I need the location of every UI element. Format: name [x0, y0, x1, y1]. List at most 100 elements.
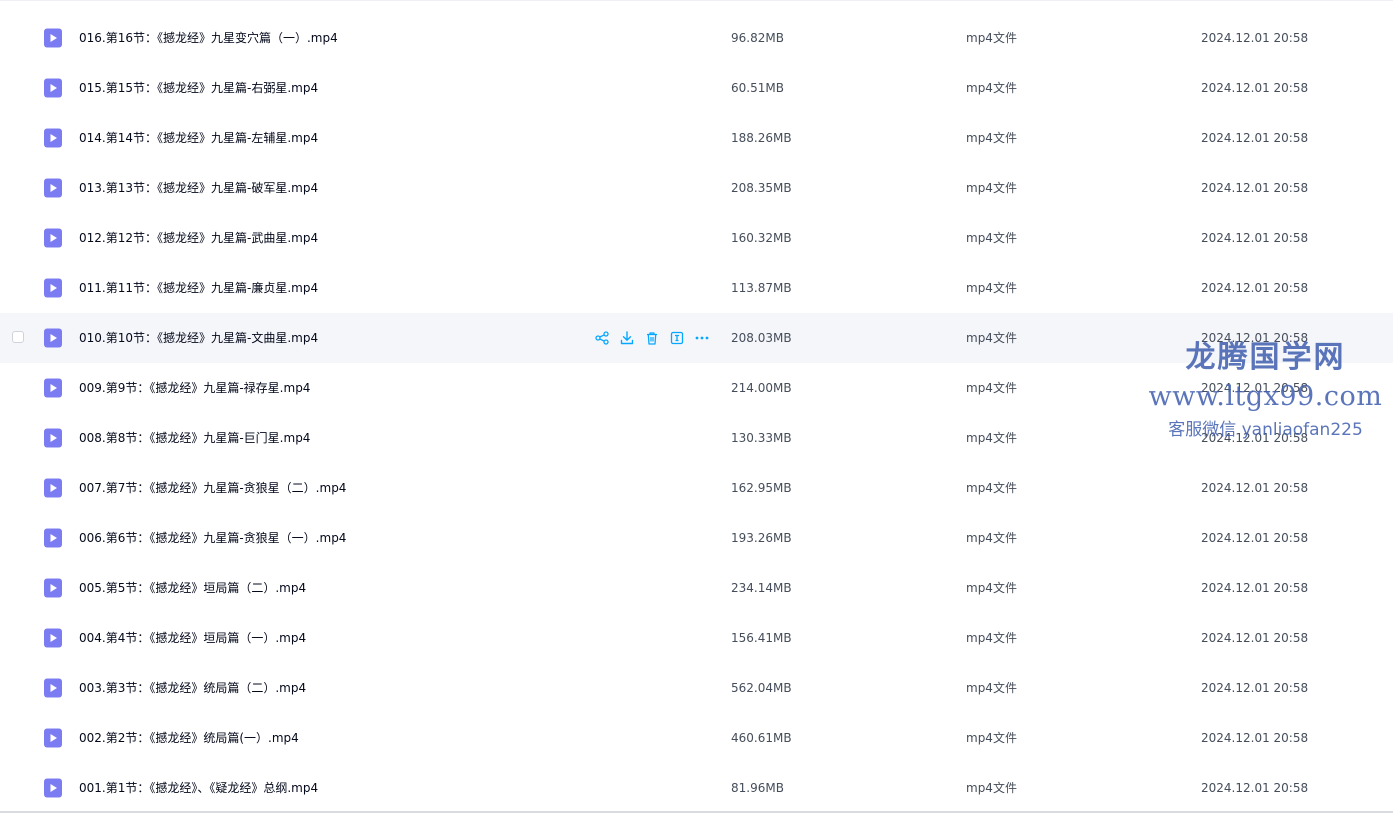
- file-modified-date: 2024.12.01 20:58: [1201, 781, 1309, 795]
- file-modified-date: 2024.12.01 20:58: [1201, 581, 1309, 595]
- file-row[interactable]: 002.第2节：《撼龙经》统局篇(一）.mp4 460.61MB mp4文件 2024…: [0, 713, 1393, 763]
- video-file-icon: [43, 578, 63, 598]
- video-file-icon: [43, 328, 63, 348]
- file-name[interactable]: 013.第13节：《撼龙经》九星篇-破军星.mp4: [79, 179, 318, 197]
- file-modified-date: 2024.12.01 20:58: [1201, 531, 1309, 545]
- file-name[interactable]: 007.第7节：《撼龙经》九星篇-贪狼星（二）.mp4: [79, 479, 346, 497]
- file-modified-date: 2024.12.01 20:58: [1201, 681, 1309, 695]
- video-file-icon: [43, 778, 63, 798]
- video-file-icon: [43, 28, 63, 48]
- file-name[interactable]: 014.第14节：《撼龙经》九星篇-左辅星.mp4: [79, 129, 318, 147]
- file-type: mp4文件: [966, 381, 1017, 395]
- file-size: 81.96MB: [731, 781, 784, 795]
- file-size: 214.00MB: [731, 381, 792, 395]
- share-icon[interactable]: [594, 330, 610, 346]
- file-modified-date: 2024.12.01 20:58: [1201, 231, 1309, 245]
- file-type: mp4文件: [966, 731, 1017, 745]
- file-modified-date: 2024.12.01 20:58: [1201, 631, 1309, 645]
- file-size: 96.82MB: [731, 31, 784, 45]
- video-file-icon: [43, 428, 63, 448]
- file-row[interactable]: 003.第3节：《撼龙经》统局篇（二）.mp4 562.04MB mp4文件 2024…: [0, 663, 1393, 713]
- file-type: mp4文件: [966, 781, 1017, 795]
- file-row[interactable]: 013.第13节：《撼龙经》九星篇-破军星.mp4 208.35MB mp4文件 20…: [0, 163, 1393, 213]
- video-file-icon: [43, 728, 63, 748]
- file-modified-date: 2024.12.01 20:58: [1201, 81, 1309, 95]
- file-type: mp4文件: [966, 681, 1017, 695]
- file-type: mp4文件: [966, 481, 1017, 495]
- file-name[interactable]: 002.第2节：《撼龙经》统局篇(一）.mp4: [79, 729, 299, 747]
- file-type: mp4文件: [966, 131, 1017, 145]
- video-file-icon: [43, 678, 63, 698]
- file-size: 160.32MB: [731, 231, 792, 245]
- rename-icon[interactable]: [669, 330, 685, 346]
- file-row[interactable]: 010.第10节：《撼龙经》九星篇-文曲星.mp4 208.03MB mp4文件 20…: [0, 313, 1393, 363]
- file-type: mp4文件: [966, 581, 1017, 595]
- file-name[interactable]: 003.第3节：《撼龙经》统局篇（二）.mp4: [79, 679, 306, 697]
- file-type: mp4文件: [966, 181, 1017, 195]
- video-file-icon: [43, 228, 63, 248]
- file-modified-date: 2024.12.01 20:58: [1201, 731, 1309, 745]
- file-size: 460.61MB: [731, 731, 792, 745]
- file-name[interactable]: 009.第9节：《撼龙经》九星篇-禄存星.mp4: [79, 379, 310, 397]
- file-name[interactable]: 008.第8节：《撼龙经》九星篇-巨门星.mp4: [79, 429, 310, 447]
- file-name[interactable]: 016.第16节：《撼龙经》九星变穴篇（一）.mp4: [79, 29, 338, 47]
- video-file-icon: [43, 528, 63, 548]
- file-name[interactable]: 006.第6节：《撼龙经》九星篇-贪狼星（一）.mp4: [79, 529, 346, 547]
- file-name[interactable]: 010.第10节：《撼龙经》九星篇-文曲星.mp4: [79, 329, 318, 347]
- file-row[interactable]: 004.第4节：《撼龙经》垣局篇（一）.mp4 156.41MB mp4文件 2024…: [0, 613, 1393, 663]
- file-size: 234.14MB: [731, 581, 792, 595]
- file-size: 60.51MB: [731, 81, 784, 95]
- file-type: mp4文件: [966, 81, 1017, 95]
- video-file-icon: [43, 178, 63, 198]
- file-size: 162.95MB: [731, 481, 792, 495]
- file-size: 562.04MB: [731, 681, 792, 695]
- file-type: mp4文件: [966, 531, 1017, 545]
- file-size: 113.87MB: [731, 281, 792, 295]
- video-file-icon: [43, 628, 63, 648]
- file-row[interactable]: 005.第5节：《撼龙经》垣局篇（二）.mp4 234.14MB mp4文件 2024…: [0, 563, 1393, 613]
- file-row[interactable]: 009.第9节：《撼龙经》九星篇-禄存星.mp4 214.00MB mp4文件 202…: [0, 363, 1393, 413]
- file-modified-date: 2024.12.01 20:58: [1201, 281, 1309, 295]
- video-file-icon: [43, 278, 63, 298]
- file-row[interactable]: 001.第1节：《撼龙经》、《疑龙经》总纲.mp4 81.96MB mp4文件 202…: [0, 763, 1393, 813]
- file-size: 188.26MB: [731, 131, 792, 145]
- file-name[interactable]: 015.第15节：《撼龙经》九星篇-右弼星.mp4: [79, 79, 318, 97]
- video-file-icon: [43, 128, 63, 148]
- row-checkbox[interactable]: [12, 331, 24, 343]
- file-name[interactable]: 012.第12节：《撼龙经》九星篇-武曲星.mp4: [79, 229, 318, 247]
- file-type: mp4文件: [966, 281, 1017, 295]
- file-modified-date: 2024.12.01 20:58: [1201, 131, 1309, 145]
- file-size: 193.26MB: [731, 531, 792, 545]
- file-name[interactable]: 001.第1节：《撼龙经》、《疑龙经》总纲.mp4: [79, 779, 318, 797]
- video-file-icon: [43, 378, 63, 398]
- video-file-icon: [43, 478, 63, 498]
- file-row[interactable]: 015.第15节：《撼龙经》九星篇-右弼星.mp4 60.51MB mp4文件 202…: [0, 63, 1393, 113]
- file-size: 156.41MB: [731, 631, 792, 645]
- file-modified-date: 2024.12.01 20:58: [1201, 331, 1309, 345]
- file-row[interactable]: 007.第7节：《撼龙经》九星篇-贪狼星（二）.mp4 162.95MB mp4文件…: [0, 463, 1393, 513]
- more-icon[interactable]: [694, 330, 710, 346]
- download-icon[interactable]: [619, 330, 635, 346]
- file-row[interactable]: 008.第8节：《撼龙经》九星篇-巨门星.mp4 130.33MB mp4文件 202…: [0, 413, 1393, 463]
- file-size: 208.35MB: [731, 181, 792, 195]
- file-row[interactable]: 012.第12节：《撼龙经》九星篇-武曲星.mp4 160.32MB mp4文件 20…: [0, 213, 1393, 263]
- file-modified-date: 2024.12.01 20:58: [1201, 31, 1309, 45]
- file-name[interactable]: 011.第11节：《撼龙经》九星篇-廉贞星.mp4: [79, 279, 318, 297]
- file-modified-date: 2024.12.01 20:58: [1201, 181, 1309, 195]
- file-row[interactable]: 014.第14节：《撼龙经》九星篇-左辅星.mp4 188.26MB mp4文件 20…: [0, 113, 1393, 163]
- file-name[interactable]: 005.第5节：《撼龙经》垣局篇（二）.mp4: [79, 579, 306, 597]
- file-type: mp4文件: [966, 631, 1017, 645]
- file-modified-date: 2024.12.01 20:58: [1201, 431, 1309, 445]
- file-type: mp4文件: [966, 431, 1017, 445]
- file-size: 130.33MB: [731, 431, 792, 445]
- file-row[interactable]: 016.第16节：《撼龙经》九星变穴篇（一）.mp4 96.82MB mp4文件 20…: [0, 13, 1393, 63]
- file-type: mp4文件: [966, 231, 1017, 245]
- delete-icon[interactable]: [644, 330, 660, 346]
- file-name[interactable]: 004.第4节：《撼龙经》垣局篇（一）.mp4: [79, 629, 306, 647]
- file-row[interactable]: 011.第11节：《撼龙经》九星篇-廉贞星.mp4 113.87MB mp4文件 20…: [0, 263, 1393, 313]
- file-size: 208.03MB: [731, 331, 792, 345]
- video-file-icon: [43, 78, 63, 98]
- file-list: 016.第16节：《撼龙经》九星变穴篇（一）.mp4 96.82MB mp4文件 20…: [0, 0, 1393, 813]
- file-row[interactable]: 006.第6节：《撼龙经》九星篇-贪狼星（一）.mp4 193.26MB mp4文件…: [0, 513, 1393, 563]
- file-type: mp4文件: [966, 331, 1017, 345]
